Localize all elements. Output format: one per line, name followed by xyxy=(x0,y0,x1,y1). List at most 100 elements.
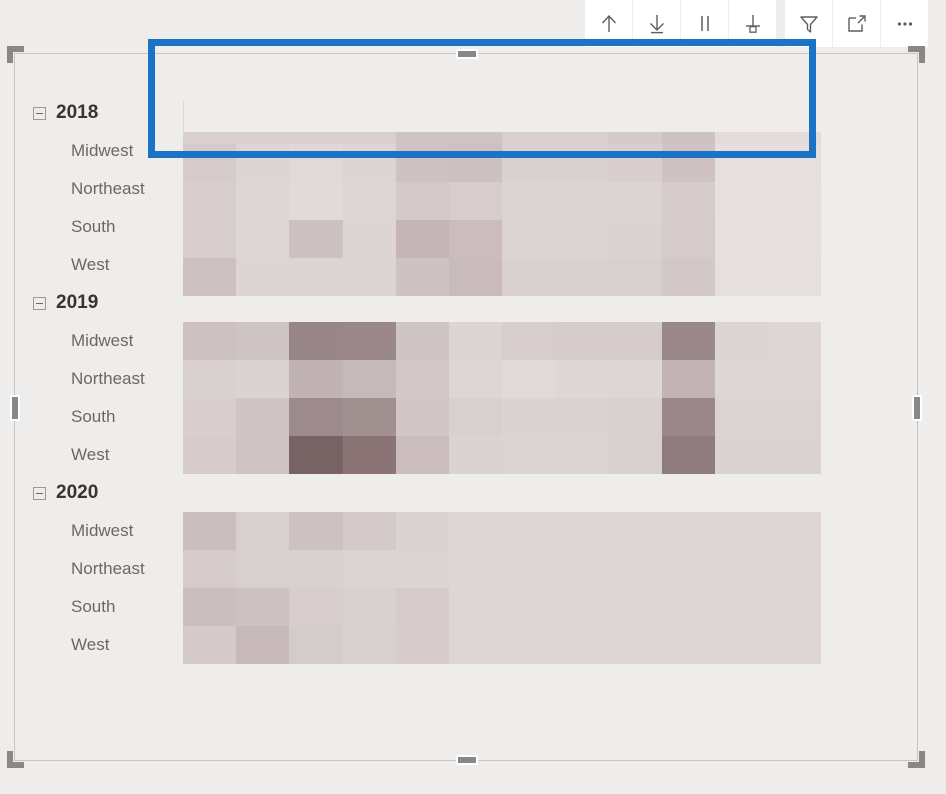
heatmap-cell[interactable] xyxy=(448,182,503,220)
heatmap-cell[interactable] xyxy=(661,626,715,664)
heatmap-cell[interactable] xyxy=(342,588,396,626)
heatmap-cell[interactable] xyxy=(342,512,396,550)
heatmap-cell[interactable] xyxy=(555,220,609,258)
row-group-2018[interactable]: 2018 xyxy=(15,94,169,132)
heatmap-cell[interactable] xyxy=(714,512,768,550)
heatmap-cell[interactable] xyxy=(395,144,449,182)
heatmap-cell[interactable] xyxy=(183,398,237,436)
heatmap-cell[interactable] xyxy=(183,322,237,360)
heatmap-cell[interactable] xyxy=(395,588,449,626)
heatmap-cell[interactable] xyxy=(555,512,609,550)
heatmap-cell[interactable] xyxy=(236,436,290,474)
heatmap-cell[interactable] xyxy=(183,550,237,588)
row-item-2018-south[interactable]: South xyxy=(15,208,169,246)
row-item-2018-west[interactable]: West xyxy=(15,246,169,284)
resize-handle-top-center[interactable] xyxy=(456,49,478,59)
heatmap-cell[interactable] xyxy=(289,512,343,550)
heatmap-cell[interactable] xyxy=(608,182,662,220)
heatmap-cell[interactable] xyxy=(183,182,237,220)
heatmap-cell[interactable] xyxy=(714,588,768,626)
heatmap-cell[interactable] xyxy=(767,550,822,588)
heatmap-cell[interactable] xyxy=(767,182,822,220)
heatmap-cell[interactable] xyxy=(448,360,503,398)
row-item-2019-midwest[interactable]: Midwest xyxy=(15,322,169,360)
heatmap-cell[interactable] xyxy=(395,258,449,296)
heatmap-cell[interactable] xyxy=(714,182,768,220)
heatmap-cell[interactable] xyxy=(395,322,449,360)
expander-collapse-icon[interactable] xyxy=(33,486,46,500)
heatmap-cell[interactable] xyxy=(555,626,609,664)
heatmap-cell[interactable] xyxy=(289,322,343,360)
heatmap-cell[interactable] xyxy=(714,258,768,296)
resize-handle-top-left[interactable] xyxy=(7,46,24,63)
heatmap-cell[interactable] xyxy=(183,360,237,398)
filter-icon[interactable] xyxy=(785,0,832,47)
heatmap-cell[interactable] xyxy=(448,512,503,550)
heatmap-cell[interactable] xyxy=(555,182,609,220)
row-item-2019-south[interactable]: South xyxy=(15,398,169,436)
heatmap-cell[interactable] xyxy=(555,322,609,360)
heatmap-cell[interactable] xyxy=(289,398,343,436)
heatmap-cell[interactable] xyxy=(714,550,768,588)
heatmap-cell[interactable] xyxy=(555,588,609,626)
heatmap-cell[interactable] xyxy=(183,626,237,664)
heatmap-cell[interactable] xyxy=(289,626,343,664)
heatmap-cell[interactable] xyxy=(502,322,556,360)
heatmap-cell[interactable] xyxy=(714,626,768,664)
heatmap-cell[interactable] xyxy=(661,550,715,588)
heatmap-cell[interactable] xyxy=(502,398,556,436)
heatmap-cell[interactable] xyxy=(289,182,343,220)
heatmap-cell[interactable] xyxy=(289,588,343,626)
heatmap-cell[interactable] xyxy=(608,220,662,258)
row-item-2019-northeast[interactable]: Northeast xyxy=(15,360,169,398)
heatmap-cell[interactable] xyxy=(183,436,237,474)
heatmap-cell[interactable] xyxy=(183,258,237,296)
heatmap-cell[interactable] xyxy=(448,436,503,474)
matrix-visual[interactable]: 2018 Midwest Northeast South West 2019 M… xyxy=(15,54,919,762)
heatmap-cell[interactable] xyxy=(289,360,343,398)
heatmap-cell[interactable] xyxy=(767,436,822,474)
heatmap-cell[interactable] xyxy=(289,550,343,588)
heatmap-cell[interactable] xyxy=(342,626,396,664)
heatmap-cell[interactable] xyxy=(661,132,715,144)
heatmap-cell[interactable] xyxy=(289,132,343,144)
heatmap-cell[interactable] xyxy=(714,360,768,398)
heatmap-cell[interactable] xyxy=(767,588,822,626)
heatmap-cell[interactable] xyxy=(448,258,503,296)
heatmap-cell[interactable] xyxy=(395,626,449,664)
heatmap-cell[interactable] xyxy=(502,182,556,220)
heatmap-cell[interactable] xyxy=(236,322,290,360)
heatmap-cell[interactable] xyxy=(767,626,822,664)
resize-handle-bottom-center[interactable] xyxy=(456,755,478,765)
heatmap-cell[interactable] xyxy=(767,258,822,296)
expander-collapse-icon[interactable] xyxy=(33,296,46,310)
heatmap-cell[interactable] xyxy=(767,398,822,436)
heatmap-cell[interactable] xyxy=(555,132,609,144)
heatmap-cell[interactable] xyxy=(395,360,449,398)
heatmap-cell[interactable] xyxy=(608,360,662,398)
row-item-2019-west[interactable]: West xyxy=(15,436,169,474)
heatmap-cell[interactable] xyxy=(236,626,290,664)
heatmap-cell[interactable] xyxy=(608,512,662,550)
heatmap-cell[interactable] xyxy=(289,144,343,182)
heatmap-cell[interactable] xyxy=(448,626,503,664)
drill-down-icon[interactable] xyxy=(633,0,680,47)
heatmap-cell[interactable] xyxy=(342,182,396,220)
heatmap-cell[interactable] xyxy=(236,258,290,296)
heatmap-cell[interactable] xyxy=(448,144,503,182)
heatmap-cell[interactable] xyxy=(714,132,768,144)
heatmap-cell[interactable] xyxy=(714,436,768,474)
heatmap-cell[interactable] xyxy=(342,550,396,588)
heatmap-cell[interactable] xyxy=(289,258,343,296)
heatmap-cell[interactable] xyxy=(502,436,556,474)
heatmap-cell[interactable] xyxy=(502,132,556,144)
resize-handle-right-middle[interactable] xyxy=(912,395,922,421)
heatmap-cell[interactable] xyxy=(608,398,662,436)
heatmap-cell[interactable] xyxy=(342,220,396,258)
heatmap-cell[interactable] xyxy=(714,398,768,436)
heatmap-cell[interactable] xyxy=(767,144,822,182)
heatmap-cell[interactable] xyxy=(608,144,662,182)
heatmap-cell[interactable] xyxy=(236,220,290,258)
heatmap-cell[interactable] xyxy=(342,436,396,474)
heatmap-cell[interactable] xyxy=(714,220,768,258)
